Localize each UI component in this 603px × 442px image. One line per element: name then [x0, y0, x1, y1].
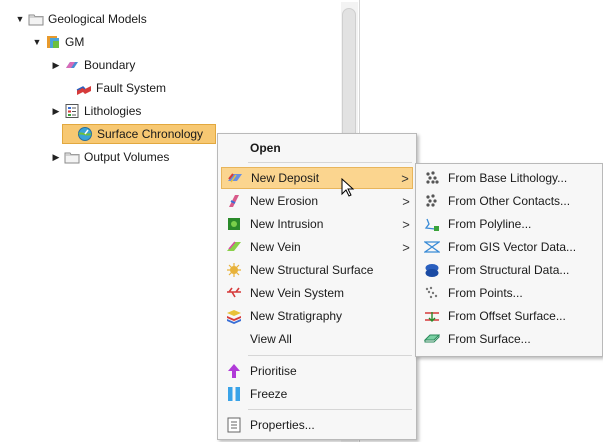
submenu-arrow-icon: >	[402, 239, 410, 255]
menu-item-label: New Stratigraphy	[250, 309, 343, 323]
menu-item-new-deposit[interactable]: New Deposit >	[221, 167, 413, 189]
menu-item-label: From Structural Data...	[448, 263, 570, 277]
menu-item-label: View All	[250, 332, 292, 346]
submenu-item-from-other-contacts[interactable]: From Other Contacts...	[419, 190, 599, 212]
geomodel-icon	[45, 34, 61, 50]
menu-item-new-vein-system[interactable]: New Vein System	[221, 282, 413, 304]
menu-item-label: New Vein System	[250, 286, 345, 300]
menu-item-new-intrusion[interactable]: New Intrusion >	[221, 213, 413, 235]
submenu-arrow-icon: >	[402, 216, 410, 232]
tree-item-output-volumes[interactable]: ▶ Output Volumes	[50, 147, 170, 167]
tree-item-boundary[interactable]: ▶ Boundary	[50, 55, 136, 75]
tree-item-label: Fault System	[96, 81, 167, 95]
menu-item-label: New Vein	[250, 240, 301, 254]
structural-surface-icon	[226, 262, 242, 278]
expander-expanded-icon[interactable]: ▼	[31, 37, 43, 47]
menu-item-label: New Erosion	[250, 194, 319, 208]
tree-item-geological-models[interactable]: ▼ Geological Models	[14, 9, 147, 29]
menu-separator	[248, 162, 412, 163]
submenu-item-from-gis-vector-data[interactable]: From GIS Vector Data...	[419, 236, 599, 258]
menu-item-freeze[interactable]: Freeze	[221, 383, 413, 405]
submenu-item-from-points[interactable]: From Points...	[419, 282, 599, 304]
menu-item-label: From Base Lithology...	[448, 171, 568, 185]
menu-item-new-structural-surface[interactable]: New Structural Surface	[221, 259, 413, 281]
tree-item-label: Geological Models	[48, 12, 147, 26]
surface-chronology-icon	[77, 126, 93, 142]
stratigraphy-icon	[226, 308, 242, 324]
submenu-item-from-base-lithology[interactable]: From Base Lithology...	[419, 167, 599, 189]
offset-surface-icon	[424, 308, 440, 324]
menu-item-label: New Structural Surface	[250, 263, 374, 277]
polyline-icon	[424, 216, 440, 232]
submenu-item-from-structural-data[interactable]: From Structural Data...	[419, 259, 599, 281]
boundary-icon	[64, 57, 80, 73]
menu-item-properties[interactable]: Properties...	[221, 414, 413, 436]
menu-item-label: Open	[250, 141, 281, 155]
expander-collapsed-icon[interactable]: ▶	[50, 106, 62, 117]
surface-icon	[424, 331, 440, 347]
expander-expanded-icon[interactable]: ▼	[14, 14, 26, 24]
tree-item-label: GM	[65, 35, 85, 49]
erosion-icon	[226, 193, 242, 209]
intrusion-icon	[226, 216, 242, 232]
submenu-item-from-offset-surface[interactable]: From Offset Surface...	[419, 305, 599, 327]
points-icon	[424, 285, 440, 301]
vein-system-icon	[226, 285, 242, 301]
menu-item-label: From GIS Vector Data...	[448, 240, 577, 254]
menu-item-label: Freeze	[250, 387, 288, 401]
menu-item-prioritise[interactable]: Prioritise	[221, 360, 413, 382]
menu-item-new-erosion[interactable]: New Erosion >	[221, 190, 413, 212]
submenu-item-from-surface[interactable]: From Surface...	[419, 328, 599, 350]
menu-item-label: From Offset Surface...	[448, 309, 566, 323]
no-icon	[226, 331, 242, 347]
base-lithology-icon	[424, 170, 440, 186]
menu-item-open[interactable]: Open	[221, 137, 413, 159]
mouse-cursor-icon	[341, 178, 355, 197]
menu-item-view-all[interactable]: View All	[221, 328, 413, 350]
context-menu: Open New Deposit > New Erosion > New Int…	[217, 133, 417, 440]
fault-system-icon	[76, 80, 92, 96]
tree-item-label: Boundary	[84, 58, 136, 72]
menu-item-new-vein[interactable]: New Vein >	[221, 236, 413, 258]
tree-item-label: Surface Chronology	[97, 127, 204, 141]
tree-item-label: Output Volumes	[84, 150, 170, 164]
freeze-icon	[226, 386, 242, 402]
tree-item-fault-system[interactable]: Fault System	[62, 78, 166, 98]
submenu-arrow-icon: >	[402, 193, 410, 209]
submenu-arrow-icon: >	[401, 170, 409, 186]
lithologies-icon	[64, 103, 80, 119]
folder-icon	[28, 11, 44, 27]
submenu-item-from-polyline[interactable]: From Polyline...	[419, 213, 599, 235]
structural-data-icon	[424, 262, 440, 278]
gis-vector-icon	[424, 239, 440, 255]
menu-item-new-stratigraphy[interactable]: New Stratigraphy	[221, 305, 413, 327]
menu-item-label: From Polyline...	[448, 217, 532, 231]
menu-item-label: Properties...	[250, 418, 315, 432]
menu-separator	[248, 355, 412, 356]
expander-collapsed-icon[interactable]: ▶	[50, 60, 62, 71]
properties-icon	[226, 417, 242, 433]
menu-item-label: From Other Contacts...	[448, 194, 571, 208]
menu-separator	[248, 409, 412, 410]
tree-item-label: Lithologies	[84, 104, 142, 118]
menu-item-label: Prioritise	[250, 364, 297, 378]
menu-item-label: New Deposit	[251, 171, 320, 185]
vein-icon	[226, 239, 242, 255]
folder-icon	[64, 149, 80, 165]
tree-item-surface-chronology[interactable]: Surface Chronology	[62, 124, 216, 144]
arrow-up-icon	[226, 363, 242, 379]
menu-item-label: New Intrusion	[250, 217, 324, 231]
new-deposit-submenu: From Base Lithology... From Other Contac…	[415, 163, 603, 357]
deposit-icon	[227, 170, 243, 186]
expander-collapsed-icon[interactable]: ▶	[50, 152, 62, 163]
tree-item-lithologies[interactable]: ▶ Lithologies	[50, 101, 141, 121]
menu-item-label: From Surface...	[448, 332, 531, 346]
menu-item-label: From Points...	[448, 286, 523, 300]
tree-item-gm[interactable]: ▼ GM	[31, 32, 85, 52]
other-contacts-icon	[424, 193, 440, 209]
